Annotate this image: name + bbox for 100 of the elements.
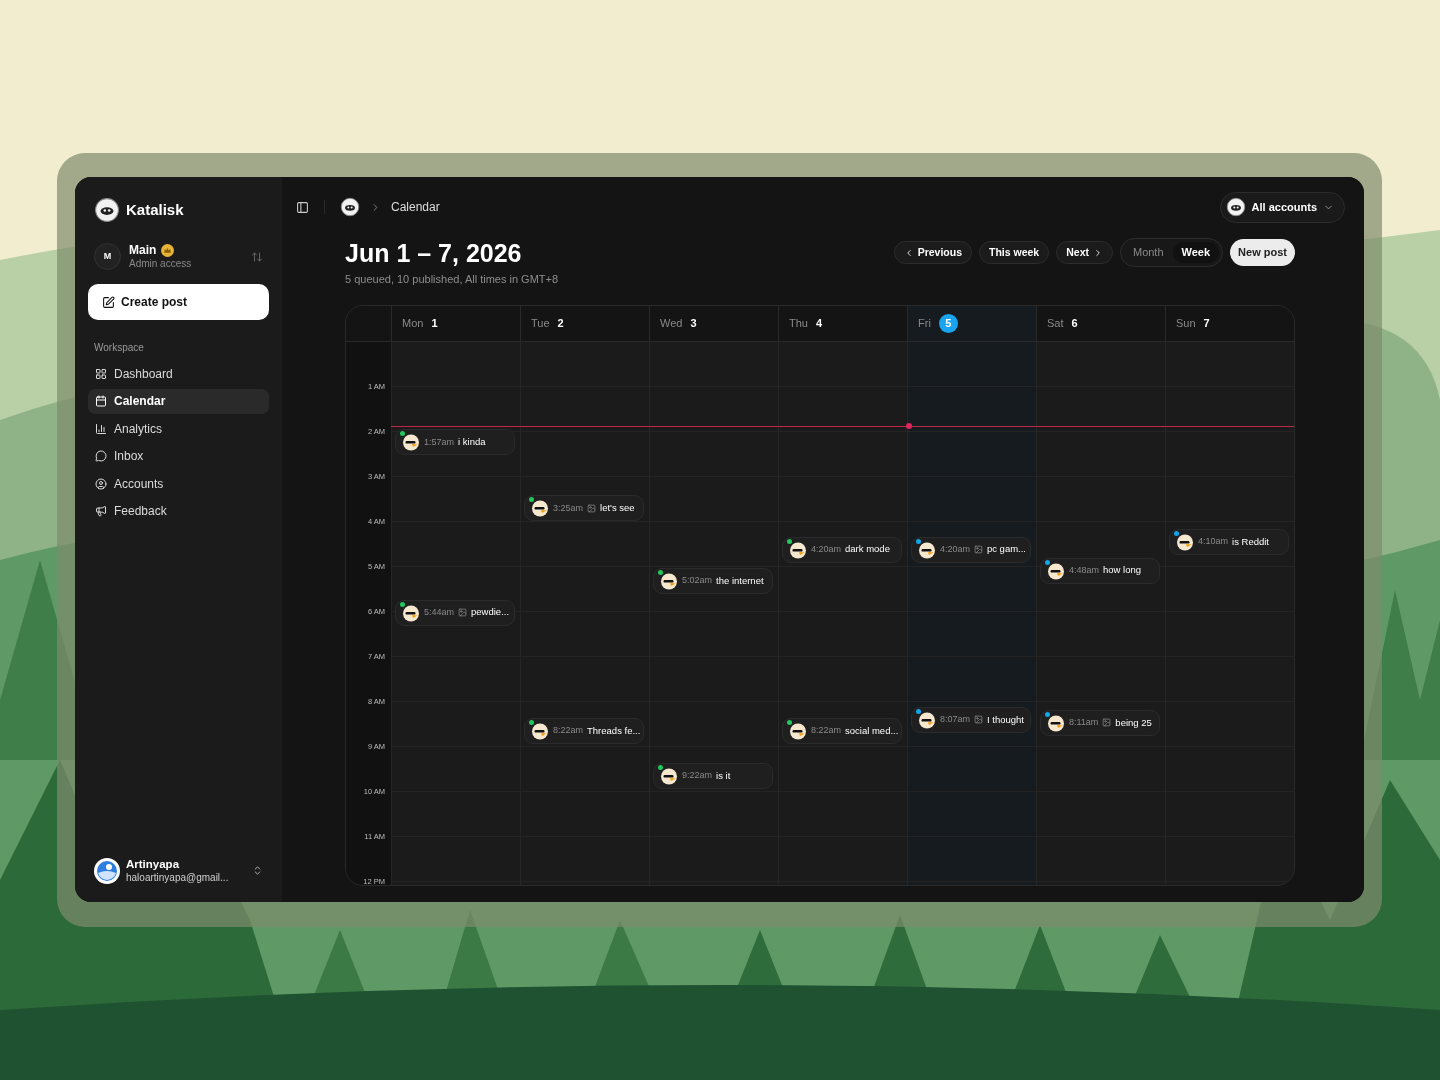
post-time: 1:57am	[424, 435, 455, 449]
post-title: is Reddit	[1232, 534, 1269, 549]
post-chip[interactable]: 5:02am the internet	[653, 568, 773, 594]
post-title: pewdie...	[471, 605, 510, 620]
bird-avatar-icon	[1047, 713, 1065, 732]
post-time: 8:11am	[1069, 716, 1099, 729]
bird-avatar-icon	[660, 572, 678, 590]
post-time: 3:25am	[553, 501, 584, 515]
nav-item[interactable]: Inbox	[88, 443, 269, 469]
post-chip[interactable]: 1:57am i kinda	[395, 429, 515, 456]
view-tab[interactable]: Week	[1172, 242, 1220, 263]
post-chip[interactable]: 5:44am pewdie...	[395, 599, 515, 626]
nav-item[interactable]: Feedback	[88, 498, 269, 524]
bird-avatar-icon	[402, 603, 420, 622]
page-title: Jun 1 – 7, 2026	[345, 238, 523, 269]
post-chip[interactable]: 4:10am is Reddit	[1169, 529, 1289, 555]
weekday-label: Tue	[531, 315, 550, 331]
next-button[interactable]: Next	[1056, 241, 1113, 264]
workspace-switcher[interactable]: M Main Admin access	[88, 243, 269, 270]
weekday-label: Thu	[789, 315, 808, 331]
crown-badge-icon	[161, 243, 175, 257]
date-label: 2	[557, 315, 564, 331]
post-title: Threads fe...	[587, 723, 641, 738]
logo-icon	[94, 197, 120, 223]
post-chip[interactable]: 4:48am how long	[1040, 557, 1160, 584]
nav-item[interactable]: Analytics	[88, 416, 269, 442]
expand-icon	[252, 865, 263, 876]
bird-avatar-icon	[531, 722, 549, 740]
post-time: 8:22am	[811, 724, 842, 738]
post-title: pc gam...	[986, 542, 1026, 557]
user-menu[interactable]: Artinyapa haloartinyapa@gmail...	[88, 857, 269, 884]
post-chip[interactable]: 8:11am being 25	[1040, 709, 1160, 736]
edit-icon	[102, 295, 115, 309]
post-title: being 25	[1115, 715, 1152, 730]
bird-avatar-icon	[660, 767, 678, 785]
bird-avatar-icon	[1047, 561, 1065, 580]
post-title: I thought	[987, 712, 1024, 727]
new-post-button[interactable]: New post	[1230, 239, 1295, 266]
post-chip[interactable]: 8:07am I thought	[911, 706, 1031, 733]
bird-avatar-icon	[789, 722, 807, 740]
weekday-label: Sat	[1047, 315, 1064, 331]
date-label: 1	[431, 315, 438, 331]
post-time: 9:22am	[682, 769, 713, 783]
date-label: 6	[1071, 315, 1078, 331]
post-chip[interactable]: 9:22am is it	[653, 763, 773, 789]
post-chip[interactable]: 3:25am let's see	[524, 495, 644, 522]
post-title: is it	[716, 768, 731, 783]
post-time: 4:20am	[811, 542, 842, 556]
account-picker[interactable]: All accounts	[1219, 191, 1345, 223]
sidebar-toggle-icon[interactable]	[296, 200, 309, 214]
dashboard-icon	[95, 367, 107, 380]
date-label: 4	[815, 315, 823, 331]
user-name: Artinyapa	[126, 857, 181, 871]
date-label: 7	[1203, 315, 1210, 331]
post-time: 4:20am	[940, 542, 971, 556]
breadcrumb-current: Calendar	[391, 199, 440, 216]
bird-avatar-icon	[789, 540, 807, 559]
bird-avatar-icon	[531, 499, 549, 518]
post-title: the internet	[716, 573, 764, 588]
nav-item[interactable]: Dashboard	[88, 361, 269, 387]
chat-bubble-icon	[95, 450, 107, 463]
post-time: 8:07am	[940, 713, 971, 726]
date-label: 5	[938, 313, 958, 333]
post-chip[interactable]: 4:20am dark mode	[782, 536, 902, 563]
megaphone-icon	[95, 505, 107, 518]
bird-avatar-icon	[402, 433, 420, 452]
weekday-label: Sun	[1176, 315, 1196, 331]
brand-name: Katalisk	[126, 199, 184, 220]
nav-item[interactable]: Accounts	[88, 471, 269, 497]
workspace-role: Admin access	[129, 257, 193, 270]
post-title: social med...	[845, 723, 899, 738]
weekday-label: Wed	[660, 315, 683, 331]
previous-button[interactable]: Previous	[893, 241, 972, 264]
weekday-label: Mon	[402, 315, 424, 331]
section-label: Workspace	[93, 341, 145, 355]
date-label: 3	[690, 315, 697, 331]
user-email: haloartinyapa@gmail...	[126, 871, 230, 884]
this-week-button[interactable]: This week	[979, 241, 1050, 264]
post-chip[interactable]: 4:20am pc gam...	[911, 536, 1031, 563]
workspace-avatar: M	[94, 243, 121, 270]
post-time: 4:48am	[1069, 563, 1100, 577]
user-avatar-icon	[94, 857, 120, 884]
post-title: let's see	[600, 501, 635, 516]
post-time: 5:02am	[682, 574, 713, 588]
nav-item[interactable]: Calendar	[88, 388, 269, 414]
account-logo-icon	[1225, 197, 1246, 217]
post-chip[interactable]: 8:22am social med...	[782, 718, 902, 744]
post-time: 4:10am	[1198, 535, 1229, 549]
post-time: 5:44am	[424, 605, 455, 619]
bird-avatar-icon	[918, 540, 936, 559]
bar-chart-icon	[95, 422, 107, 435]
bird-avatar-icon	[1176, 533, 1194, 551]
switch-icon	[251, 250, 263, 263]
bird-avatar-icon	[918, 710, 936, 729]
view-tab[interactable]: Month	[1123, 242, 1173, 263]
post-title: dark mode	[845, 542, 890, 557]
post-title: i kinda	[458, 435, 486, 450]
page-subtitle: 5 queued, 10 published, All times in GMT+8	[345, 272, 559, 287]
post-chip[interactable]: 8:22am Threads fe...	[524, 718, 644, 744]
create-post-button[interactable]: Create post	[88, 284, 269, 320]
